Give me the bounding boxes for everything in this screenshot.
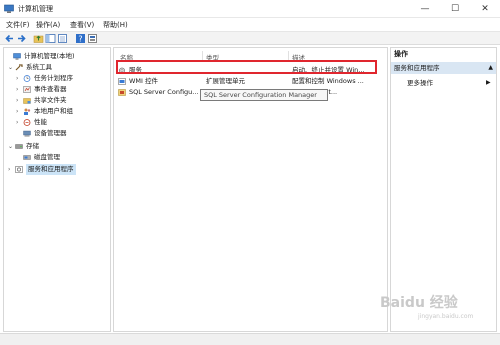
tree-item-label: 本地用户和组 [34,107,73,115]
show-hide-tree-icon[interactable] [45,33,56,44]
clock-icon [23,75,31,82]
back-arrow-icon[interactable] [4,33,15,44]
tree-item-label: 系统工具 [26,63,52,71]
close-button[interactable]: ✕ [470,0,500,18]
tree-expander[interactable]: › [16,84,22,95]
disk-icon [23,155,31,160]
tooltip: SQL Server Configuration Manager [200,89,328,101]
more-actions-item[interactable]: 更多操作 ▶ [407,78,491,88]
minimize-button[interactable]: — [410,0,440,18]
window-title: 计算机管理 [18,5,53,13]
tree-expander[interactable]: › [16,73,22,84]
tools-icon [15,64,23,71]
services-apps-icon [15,166,23,173]
tree-item-label: 设备管理器 [34,129,67,137]
list-row-wmi-control[interactable]: WMI 控件 扩展管理单元 配置和控制 Windows ... [116,76,384,87]
tree-expander[interactable]: › [16,117,22,128]
maximize-button[interactable]: ☐ [440,0,470,18]
actions-header: 操作 [391,48,496,61]
tree-item-label: 存储 [26,142,39,150]
tree-item-label: 性能 [34,118,47,126]
tree-item-label: 磁盘管理 [34,153,60,161]
menu-action[interactable]: 操作(A) [36,20,60,30]
users-icon [24,108,31,115]
storage-icon [15,144,23,149]
tree-expander[interactable]: ⌄ [8,62,14,73]
tree-expander[interactable]: › [16,106,22,117]
actions-section-label: 服务和应用程序 [394,64,440,72]
sql-server-icon [118,89,126,96]
menu-help[interactable]: 帮助(H) [103,20,128,30]
baidu-watermark: Baidu 经验 [380,295,458,311]
menu-view[interactable]: 查看(V) [70,20,94,30]
row-name: SQL Server Configu... [129,88,199,96]
actions-section-services-apps[interactable]: 服务和应用程序 ▲ [391,62,496,74]
submenu-arrow-icon: ▶ [486,79,491,86]
column-separator[interactable] [202,51,203,60]
properties-icon[interactable] [87,33,98,44]
actions-pane: 操作 服务和应用程序 ▲ 更多操作 ▶ [390,47,497,332]
shared-folder-icon [23,98,31,104]
title-bar: 计算机管理 — ☐ ✕ [0,0,500,18]
more-actions-label: 更多操作 [407,79,433,87]
toolbar: ? [0,31,500,45]
performance-icon [23,119,31,126]
column-separator[interactable] [288,51,289,60]
status-bar [0,333,500,345]
highlight-annotation [116,60,377,74]
help-icon[interactable]: ? [75,33,86,44]
up-folder-icon[interactable] [33,33,44,44]
console-tree: 计算机管理(本地) ⌄ 系统工具 › 任务计划程序 › 事件查看器 › 共享文件… [3,47,111,332]
tree-expander[interactable]: ⌄ [8,141,14,152]
tree-item-label: 计算机管理(本地) [24,52,75,60]
tree-item-label: 共享文件夹 [34,96,67,104]
row-name: WMI 控件 [129,77,159,85]
export-list-icon[interactable] [57,33,68,44]
tree-expander[interactable]: › [8,164,14,175]
event-viewer-icon [23,86,31,93]
tree-item-label: 服务和应用程序 [26,164,76,175]
tree-item-label: 事件查看器 [34,85,67,93]
computer-management-icon [4,4,14,13]
tree-expander[interactable]: › [16,95,22,106]
tree-item-label: 任务计划程序 [34,74,73,82]
menu-bar: 文件(F) 操作(A) 查看(V) 帮助(H) [0,18,500,31]
baidu-watermark-url: jingyan.baidu.com [418,313,474,320]
forward-arrow-icon[interactable] [16,33,27,44]
computer-icon [13,53,21,60]
row-type: 扩展管理单元 [206,77,245,85]
collapse-caret-icon[interactable]: ▲ [488,62,493,74]
svg-text:?: ? [78,35,82,44]
row-description: 配置和控制 Windows ... [292,77,364,85]
device-manager-icon [23,130,31,137]
menu-file[interactable]: 文件(F) [6,20,30,30]
wmi-icon [118,78,126,85]
